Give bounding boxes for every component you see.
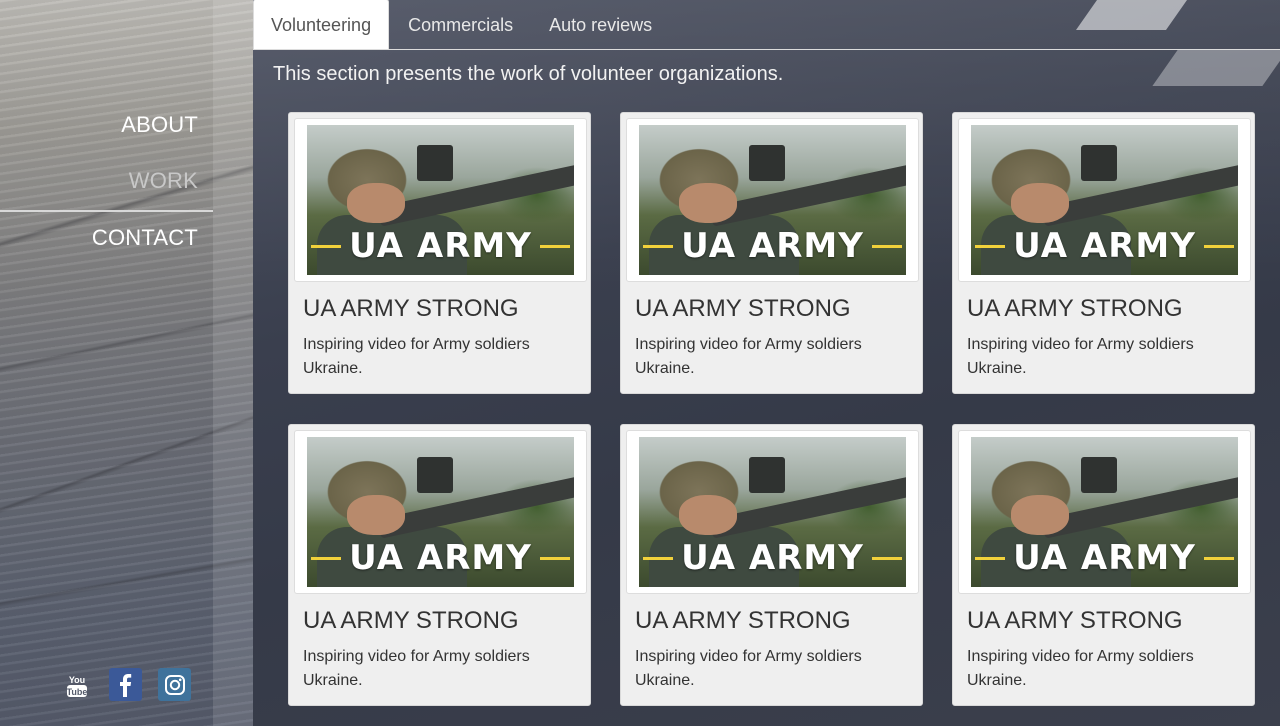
nav-item-work[interactable]: WORK (0, 162, 213, 212)
card-title[interactable]: UA ARMY STRONG (958, 607, 1249, 635)
facebook-icon[interactable] (109, 668, 142, 701)
thumbnail-overlay-text: UA ARMY (349, 538, 532, 578)
main-nav: ABOUT WORK CONTACT (0, 108, 213, 266)
svg-text:You: You (68, 675, 84, 685)
tab-volunteering[interactable]: Volunteering (253, 0, 390, 49)
nav-item-about[interactable]: ABOUT (0, 108, 213, 162)
thumbnail-overlay-text: UA ARMY (1013, 226, 1196, 266)
thumbnail-image: UA ARMY (971, 125, 1238, 275)
card-title[interactable]: UA ARMY STRONG (294, 295, 585, 323)
section-intro: This section presents the work of volunt… (273, 63, 784, 85)
card-description: Inspiring video for Army soldiers Ukrain… (303, 336, 530, 377)
nav-item-contact[interactable]: CONTACT (0, 212, 213, 266)
social-links: You Tube (60, 668, 191, 701)
video-thumbnail[interactable]: UA ARMY (626, 118, 919, 282)
sidebar: ABOUT WORK CONTACT You Tube (0, 0, 253, 726)
thumbnail-image: UA ARMY (307, 125, 574, 275)
instagram-icon[interactable] (158, 668, 191, 701)
card-description: Inspiring video for Army soldiers Ukrain… (635, 336, 862, 377)
tab-auto-reviews[interactable]: Auto reviews (532, 0, 669, 49)
card-description: Inspiring video for Army soldiers Ukrain… (967, 336, 1194, 377)
thumbnail-image: UA ARMY (307, 437, 574, 587)
thumbnail-overlay-text: UA ARMY (681, 226, 864, 266)
video-card[interactable]: UA ARMY UA ARMY STRONG Inspiring video f… (952, 424, 1255, 706)
video-card[interactable]: UA ARMY UA ARMY STRONG Inspiring video f… (620, 112, 923, 394)
thumbnail-image: UA ARMY (639, 125, 906, 275)
video-card[interactable]: UA ARMY UA ARMY STRONG Inspiring video f… (620, 424, 923, 706)
tab-bar: Volunteering Commercials Auto reviews (253, 0, 1280, 50)
card-description: Inspiring video for Army soldiers Ukrain… (967, 648, 1194, 689)
video-thumbnail[interactable]: UA ARMY (626, 430, 919, 594)
card-description: Inspiring video for Army soldiers Ukrain… (635, 648, 862, 689)
video-grid: UA ARMY UA ARMY STRONG Inspiring video f… (288, 112, 1255, 706)
video-card[interactable]: UA ARMY UA ARMY STRONG Inspiring video f… (288, 112, 591, 394)
card-title[interactable]: UA ARMY STRONG (626, 295, 917, 323)
thumbnail-overlay-text: UA ARMY (1013, 538, 1196, 578)
video-thumbnail[interactable]: UA ARMY (294, 430, 587, 594)
card-description: Inspiring video for Army soldiers Ukrain… (303, 648, 530, 689)
svg-text:Tube: Tube (66, 687, 87, 697)
card-title[interactable]: UA ARMY STRONG (958, 295, 1249, 323)
card-title[interactable]: UA ARMY STRONG (626, 607, 917, 635)
thumbnail-overlay-text: UA ARMY (349, 226, 532, 266)
thumbnail-image: UA ARMY (639, 437, 906, 587)
card-title[interactable]: UA ARMY STRONG (294, 607, 585, 635)
video-thumbnail[interactable]: UA ARMY (958, 430, 1251, 594)
video-thumbnail[interactable]: UA ARMY (294, 118, 587, 282)
video-card[interactable]: UA ARMY UA ARMY STRONG Inspiring video f… (952, 112, 1255, 394)
tab-commercials[interactable]: Commercials (391, 0, 530, 49)
youtube-icon[interactable]: You Tube (60, 668, 93, 701)
thumbnail-image: UA ARMY (971, 437, 1238, 587)
sidebar-divider-strip (213, 0, 253, 726)
video-thumbnail[interactable]: UA ARMY (958, 118, 1251, 282)
main-content: Volunteering Commercials Auto reviews Th… (253, 0, 1280, 726)
thumbnail-overlay-text: UA ARMY (681, 538, 864, 578)
video-card[interactable]: UA ARMY UA ARMY STRONG Inspiring video f… (288, 424, 591, 706)
